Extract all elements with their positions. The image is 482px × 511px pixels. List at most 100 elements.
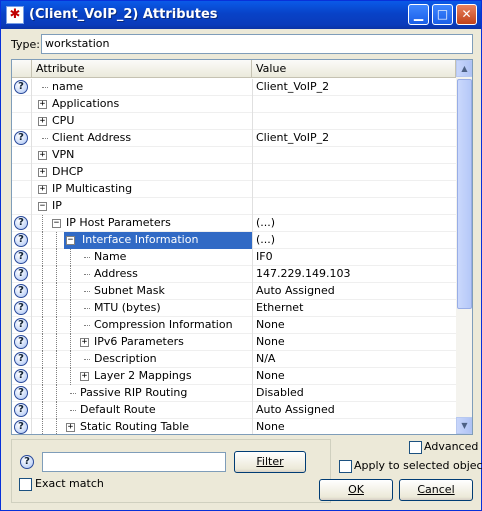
value-cell[interactable] [252,113,456,130]
expand-icon[interactable]: + [38,185,47,194]
help-icon[interactable]: ? [14,386,28,400]
exact-match-checkbox[interactable] [19,478,32,491]
expand-icon[interactable]: + [38,151,47,160]
attribute-row[interactable]: ? Description N/A [12,351,456,368]
ok-button[interactable]: OK [319,479,393,501]
value-cell[interactable]: None [252,419,456,434]
help-icon[interactable]: ? [14,352,28,366]
attribute-row[interactable]: ? Default Route Auto Assigned [12,402,456,419]
value-cell[interactable]: 147.229.149.103 [252,266,456,283]
value-cell[interactable]: None [252,334,456,351]
attribute-label: IP Host Parameters [66,216,171,229]
expand-icon[interactable]: + [80,338,89,347]
help-icon[interactable]: ? [14,335,28,349]
filter-help-icon[interactable]: ? [20,455,34,469]
attribute-row[interactable]: + CPU [12,113,456,130]
value-cell[interactable] [252,198,456,215]
help-icon[interactable]: ? [14,318,28,332]
help-icon[interactable]: ? [14,369,28,383]
tree-guide-line [42,419,43,434]
attribute-row[interactable]: ? Name IF0 [12,249,456,266]
title-bar[interactable]: ✱ (Client_VoIP_2) Attributes ▁ □ ✕ [1,1,481,29]
attribute-row[interactable]: ? + IPv6 Parameters None [12,334,456,351]
collapse-icon[interactable]: − [66,236,75,245]
tree-guide-line [56,317,57,334]
value-cell[interactable] [252,96,456,113]
expand-icon[interactable]: + [38,117,47,126]
help-icon[interactable]: ? [14,301,28,315]
attribute-row[interactable]: ? Address 147.229.149.103 [12,266,456,283]
scroll-thumb[interactable] [457,79,472,309]
tree-connector [84,325,90,326]
help-icon[interactable]: ? [14,420,28,434]
value-cell[interactable]: Auto Assigned [252,402,456,419]
attribute-row[interactable]: ? + Layer 2 Mappings None [12,368,456,385]
vertical-scrollbar[interactable]: ▲ ▼ [456,60,472,434]
attribute-row[interactable]: ? Client Address Client_VoIP_2 [12,130,456,147]
value-cell[interactable] [252,164,456,181]
collapse-icon[interactable]: − [52,219,61,228]
attribute-row[interactable]: ? − IP Host Parameters (...) [12,215,456,232]
expand-icon[interactable]: + [66,423,75,432]
attribute-row[interactable]: + VPN [12,147,456,164]
value-cell[interactable]: (...) [252,215,456,232]
attribute-row[interactable]: ? Passive RIP Routing Disabled [12,385,456,402]
apply-selected-label: Apply to selected objects [354,459,482,472]
scroll-down-button[interactable]: ▼ [456,417,472,434]
value-cell[interactable]: Client_VoIP_2 [252,130,456,147]
help-column-header[interactable] [12,60,32,78]
attribute-row[interactable]: ? − Interface Information (...) [12,232,456,249]
value-cell[interactable]: (...) [252,232,456,249]
value-cell[interactable] [252,147,456,164]
attribute-row[interactable]: ? Subnet Mask Auto Assigned [12,283,456,300]
minimize-button[interactable]: ▁ [408,4,429,25]
close-button[interactable]: ✕ [456,4,477,25]
help-icon[interactable]: ? [14,267,28,281]
value-cell[interactable]: N/A [252,351,456,368]
attribute-row[interactable]: ? name Client_VoIP_2 [12,79,456,96]
type-field[interactable]: workstation [41,34,473,54]
advanced-checkbox[interactable] [409,441,422,454]
attribute-row[interactable]: + IP Multicasting [12,181,456,198]
attribute-label: Subnet Mask [94,284,165,297]
apply-selected-checkbox[interactable] [339,460,352,473]
help-icon[interactable]: ? [14,216,28,230]
help-icon[interactable]: ? [14,233,28,247]
help-icon[interactable]: ? [14,131,28,145]
attribute-row[interactable]: + DHCP [12,164,456,181]
attribute-column-header[interactable]: Attribute [32,60,252,78]
help-icon[interactable]: ? [14,403,28,417]
filter-input[interactable] [42,452,226,472]
value-cell[interactable]: IF0 [252,249,456,266]
value-cell[interactable] [252,181,456,198]
value-cell[interactable]: Client_VoIP_2 [252,79,456,96]
attribute-row[interactable]: − IP [12,198,456,215]
help-icon[interactable]: ? [14,284,28,298]
expand-icon[interactable]: + [38,100,47,109]
value-cell[interactable]: None [252,317,456,334]
tree-guide-line [70,249,71,266]
value-cell[interactable]: Auto Assigned [252,283,456,300]
attribute-row[interactable]: ? Compression Information None [12,317,456,334]
attribute-row[interactable]: ? + Static Routing Table None [12,419,456,434]
attribute-row[interactable]: + Applications [12,96,456,113]
expand-icon[interactable]: + [38,168,47,177]
maximize-button[interactable]: □ [432,4,453,25]
cancel-button[interactable]: Cancel [399,479,473,501]
scroll-up-button[interactable]: ▲ [456,60,472,77]
help-icon[interactable]: ? [14,80,28,94]
asterisk-app-icon: ✱ [6,6,24,24]
tree-connector [42,138,48,139]
tree-connector [84,274,90,275]
value-cell[interactable]: Ethernet [252,300,456,317]
value-cell[interactable]: Disabled [252,385,456,402]
value-column-header[interactable]: Value [252,60,456,78]
help-icon[interactable]: ? [14,250,28,264]
expand-icon[interactable]: + [80,372,89,381]
attribute-row[interactable]: ? MTU (bytes) Ethernet [12,300,456,317]
filter-button[interactable]: Filter [234,451,306,473]
attribute-label: Name [94,250,127,263]
collapse-icon[interactable]: − [38,202,47,211]
help-cell: ? [12,419,32,434]
value-cell[interactable]: None [252,368,456,385]
